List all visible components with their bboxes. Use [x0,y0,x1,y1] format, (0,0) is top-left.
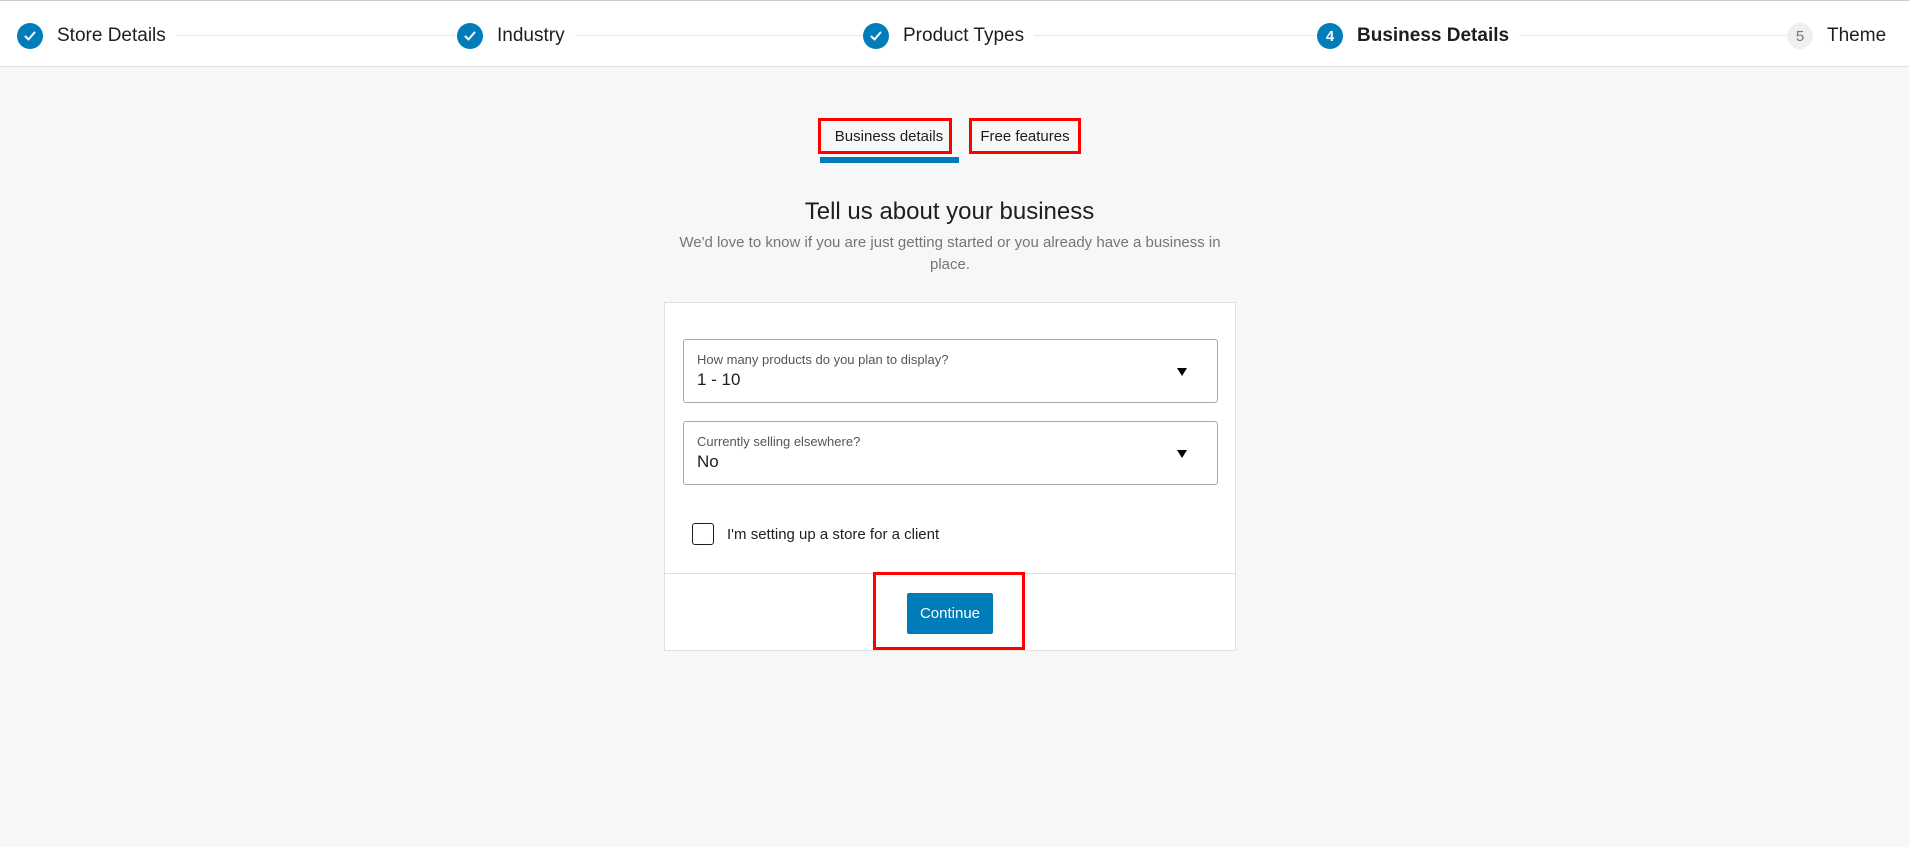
step-label: Industry [497,25,565,46]
step-label: Theme [1827,25,1887,46]
dropdown-arrow-icon [1177,368,1187,376]
check-icon [457,23,483,49]
step-business-details[interactable]: 4 Business Details [1317,23,1520,49]
client-store-checkbox-row[interactable]: I'm setting up a store for a client [692,523,939,545]
select-value: No [697,452,719,471]
select-label: How many products do you plan to display… [697,352,949,367]
page-title: Tell us about your business [804,198,1095,225]
tab-business-details[interactable]: Business details [818,118,952,154]
step-store-details[interactable]: Store Details [17,23,176,49]
client-store-checkbox[interactable] [692,523,714,545]
setup-stepper: Store Details Industry Product Types 4 B… [0,0,1909,67]
step-number-badge: 4 [1317,23,1343,49]
business-details-card: How many products do you plan to display… [664,302,1236,651]
select-label: Currently selling elsewhere? [697,434,861,449]
dropdown-arrow-icon [1177,450,1187,458]
products-count-select[interactable]: How many products do you plan to display… [683,339,1218,403]
step-industry[interactable]: Industry [457,23,575,49]
step-number-badge: 5 [1787,23,1813,49]
step-label: Business Details [1357,25,1510,46]
checkbox-label: I'm setting up a store for a client [727,525,940,543]
card-footer: Continue [665,572,1235,651]
selling-elsewhere-select[interactable]: Currently selling elsewhere? No [683,421,1218,485]
continue-button[interactable]: Continue [907,593,993,634]
step-product-types[interactable]: Product Types [863,23,1035,49]
tab-free-features[interactable]: Free features [969,118,1081,154]
check-icon [863,23,889,49]
active-tab-indicator [820,157,959,163]
step-label: Product Types [903,25,1025,46]
check-icon [17,23,43,49]
step-theme[interactable]: 5 Theme [1787,23,1897,49]
page-description: We'd love to know if you are just gettin… [679,234,1221,273]
select-value: 1 - 10 [697,370,741,389]
step-label: Store Details [57,25,166,46]
